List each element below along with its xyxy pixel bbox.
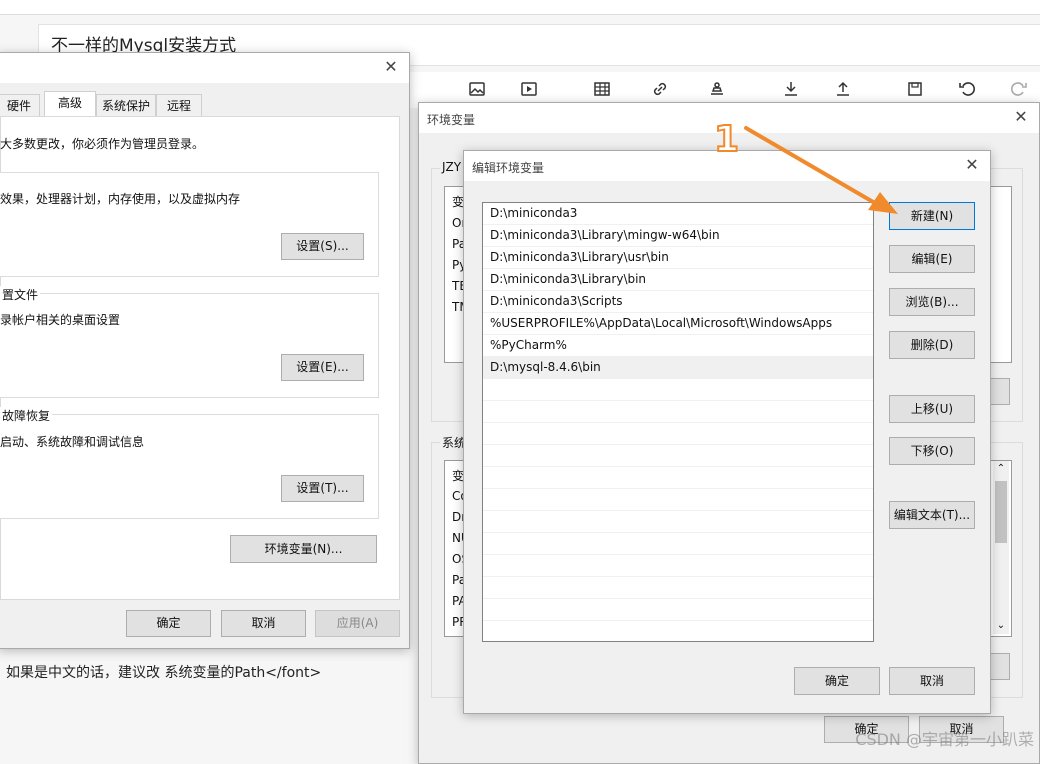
empty-row xyxy=(483,577,873,599)
table-icon[interactable] xyxy=(593,80,611,98)
arrow-shaft xyxy=(744,126,882,208)
delete-path-button[interactable]: 删除(D) xyxy=(889,331,975,359)
environment-variables-button[interactable]: 环境变量(N)... xyxy=(230,535,377,563)
empty-row xyxy=(483,467,873,489)
watermark: CSDN @宇宙第一小趴菜 xyxy=(855,730,1034,749)
path-item[interactable]: D:\miniconda3\Scripts xyxy=(483,291,873,313)
performance-group xyxy=(0,172,379,277)
browse-path-button[interactable]: 浏览(B)... xyxy=(889,288,975,316)
article-body-text: 如果是中文的话，建议改 系统变量的Path</font> xyxy=(6,665,322,681)
empty-row xyxy=(483,423,873,445)
redo-icon[interactable] xyxy=(1010,80,1028,98)
empty-row xyxy=(483,555,873,577)
path-item[interactable]: %USERPROFILE%\AppData\Local\Microsoft\Wi… xyxy=(483,313,873,335)
sys-var-delete-button[interactable] xyxy=(990,653,1010,680)
path-item[interactable]: D:\miniconda3\Library\mingw-w64\bin xyxy=(483,225,873,247)
empty-row xyxy=(483,511,873,533)
user-profile-desc: 录帐户相关的桌面设置 xyxy=(0,313,121,327)
empty-row xyxy=(483,445,873,467)
system-variables-scrollbar[interactable]: ⌃ ⌄ xyxy=(993,461,1009,634)
empty-row xyxy=(483,379,873,401)
tab-hardware[interactable]: 硬件 xyxy=(0,94,40,116)
user-profile-settings-button[interactable]: 设置(E)... xyxy=(281,354,364,381)
edit-env-title: 编辑环境变量 xyxy=(472,161,545,175)
sys-props-ok-button[interactable]: 确定 xyxy=(126,610,211,637)
annotation-number: 1 xyxy=(713,119,740,161)
sys-props-cancel-button[interactable]: 取消 xyxy=(221,610,306,637)
user-variables-label: JZY xyxy=(440,160,464,174)
link-icon[interactable] xyxy=(651,80,669,98)
performance-settings-button[interactable]: 设置(S)... xyxy=(281,233,364,260)
user-profile-group xyxy=(0,293,379,398)
empty-row xyxy=(483,599,873,621)
empty-row xyxy=(483,489,873,511)
sys-props-apply-button: 应用(A) xyxy=(315,610,400,637)
startup-recovery-label: 故障恢复 xyxy=(0,407,53,424)
edit-text-button[interactable]: 编辑文本(T)... xyxy=(889,501,975,529)
edit-path-button[interactable]: 编辑(E) xyxy=(889,245,975,273)
scrollbar-thumb[interactable] xyxy=(995,481,1007,543)
tab-remote[interactable]: 远程 xyxy=(156,94,202,116)
close-icon[interactable]: ✕ xyxy=(964,157,980,173)
download-icon[interactable] xyxy=(782,80,800,98)
empty-row xyxy=(483,533,873,555)
edit-env-ok-button[interactable]: 确定 xyxy=(794,667,880,695)
edit-env-cancel-button[interactable]: 取消 xyxy=(889,667,975,695)
startup-recovery-settings-button[interactable]: 设置(T)... xyxy=(281,475,364,502)
editor-top-bar xyxy=(0,0,1040,15)
chevron-up-icon[interactable]: ⌃ xyxy=(993,461,1009,477)
close-icon[interactable]: ✕ xyxy=(1013,109,1029,125)
undo-icon[interactable] xyxy=(958,80,976,98)
stamp-icon[interactable] xyxy=(708,80,726,98)
close-icon[interactable]: ✕ xyxy=(383,59,399,75)
image-icon[interactable] xyxy=(468,80,486,98)
video-icon[interactable] xyxy=(520,80,538,98)
save-icon[interactable] xyxy=(906,80,924,98)
empty-row xyxy=(483,621,873,641)
user-profile-label: 置文件 xyxy=(0,286,41,303)
path-item[interactable]: D:\miniconda3\Library\usr\bin xyxy=(483,247,873,269)
path-item-selected[interactable]: D:\mysql-8.4.6\bin xyxy=(483,357,873,379)
upload-icon[interactable] xyxy=(834,80,852,98)
tab-advanced[interactable]: 高级 xyxy=(44,91,96,117)
chevron-down-icon[interactable]: ⌄ xyxy=(993,618,1009,634)
path-item[interactable]: D:\miniconda3\Library\bin xyxy=(483,269,873,291)
path-item[interactable]: %PyCharm% xyxy=(483,335,873,357)
path-list[interactable]: D:\miniconda3 D:\miniconda3\Library\ming… xyxy=(482,202,874,642)
empty-row xyxy=(483,401,873,423)
performance-desc: 效果，处理器计划，内存使用，以及虚拟内存 xyxy=(0,192,241,206)
move-up-button[interactable]: 上移(U) xyxy=(889,395,975,423)
env-vars-title: 环境变量 xyxy=(427,113,476,127)
move-down-button[interactable]: 下移(O) xyxy=(889,437,975,465)
system-properties-titlebar: ✕ xyxy=(0,53,409,83)
tab-system-protection[interactable]: 系统保护 xyxy=(96,94,156,116)
user-var-delete-button[interactable] xyxy=(990,378,1010,405)
admin-notice: 大多数更改，你必须作为管理员登录。 xyxy=(0,137,205,151)
startup-recovery-group xyxy=(0,414,379,519)
startup-recovery-desc: 启动、系统故障和调试信息 xyxy=(0,435,145,449)
